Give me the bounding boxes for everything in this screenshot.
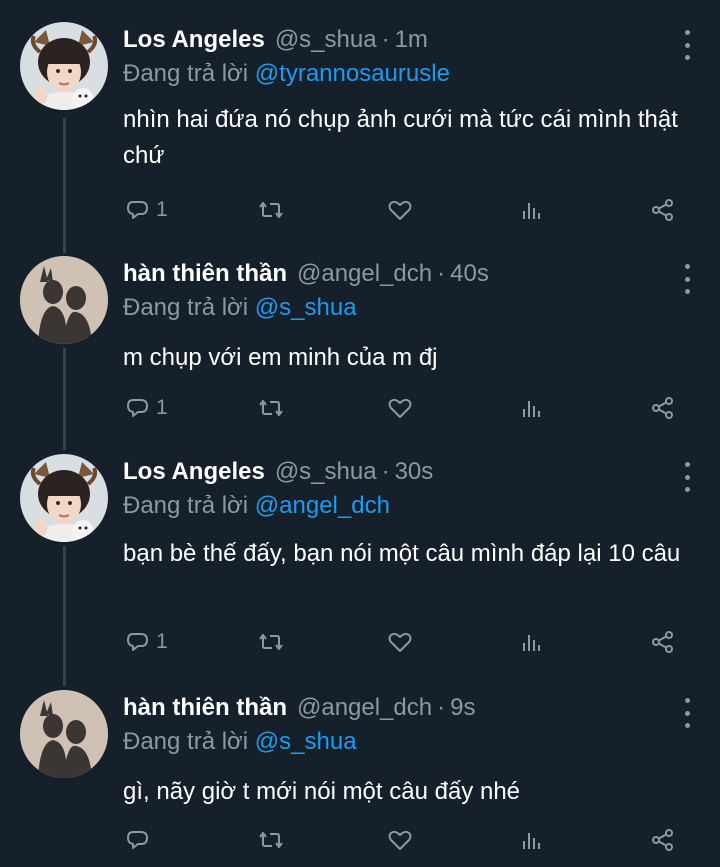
tweet-header: hàn thiên thần @angel_dch · 9s bbox=[123, 694, 476, 728]
avatar[interactable] bbox=[20, 256, 108, 344]
mention-link[interactable]: @tyrannosaurusle bbox=[255, 60, 450, 87]
share-icon bbox=[652, 829, 673, 851]
share-button[interactable] bbox=[649, 388, 677, 428]
share-button[interactable] bbox=[649, 190, 677, 230]
display-name[interactable]: hàn thiên thần bbox=[123, 694, 287, 722]
tweet-actions: 1 bbox=[0, 190, 720, 230]
more-options-icon[interactable] bbox=[682, 30, 692, 60]
mention-link[interactable]: @angel_dch bbox=[255, 492, 390, 519]
timestamp[interactable]: 30s bbox=[395, 458, 434, 486]
reply-button[interactable]: 1 bbox=[124, 622, 168, 662]
heart-icon bbox=[388, 632, 412, 652]
tweet-text: bạn bè thế đấy, bạn nói một câu mình đáp… bbox=[123, 540, 681, 567]
separator-dot: · bbox=[381, 458, 390, 485]
share-button[interactable] bbox=[649, 820, 677, 860]
user-handle[interactable]: @s_shua bbox=[275, 26, 377, 54]
replying-to-label: Đang trả lời bbox=[123, 294, 249, 321]
retweet-button[interactable] bbox=[257, 622, 285, 662]
tweet-text: gì, nãy giờ t mới nói một câu đấy nhé bbox=[123, 778, 521, 805]
reply-count: 1 bbox=[156, 396, 168, 419]
views-button[interactable] bbox=[518, 388, 546, 428]
replying-to-label: Đang trả lời bbox=[123, 728, 249, 755]
timestamp[interactable]: 1m bbox=[395, 26, 428, 54]
avatar[interactable] bbox=[20, 22, 108, 110]
like-button[interactable] bbox=[386, 190, 414, 230]
retweet-icon bbox=[259, 202, 283, 218]
views-button[interactable] bbox=[518, 820, 546, 860]
share-icon bbox=[652, 631, 673, 653]
retweet-icon bbox=[259, 832, 283, 848]
reply-count: 1 bbox=[156, 630, 168, 653]
replying-to-label: Đang trả lời bbox=[123, 492, 249, 519]
tweet-text: m chụp với em minh của m đj bbox=[123, 344, 438, 371]
analytics-icon bbox=[523, 202, 540, 220]
reply-icon bbox=[127, 633, 148, 651]
separator-dot: · bbox=[381, 26, 390, 53]
tweet-header: Los Angeles @s_shua · 30s bbox=[123, 458, 433, 492]
avatar[interactable] bbox=[20, 454, 108, 542]
separator-dot: · bbox=[437, 260, 446, 287]
more-options-icon[interactable] bbox=[682, 264, 692, 294]
retweet-button[interactable] bbox=[257, 190, 285, 230]
retweet-button[interactable] bbox=[257, 820, 285, 860]
replying-to-label: Đang trả lời bbox=[123, 60, 249, 87]
reply-icon bbox=[127, 831, 148, 849]
retweet-icon bbox=[259, 400, 283, 416]
tweet[interactable]: Los Angeles @s_shua · 30s Đang trả lời @… bbox=[0, 454, 720, 664]
like-button[interactable] bbox=[386, 622, 414, 662]
heart-icon bbox=[388, 830, 412, 850]
reply-icon bbox=[127, 399, 148, 417]
reply-icon bbox=[127, 201, 148, 219]
reply-button[interactable]: 1 bbox=[124, 190, 168, 230]
analytics-icon bbox=[523, 832, 540, 850]
timestamp[interactable]: 9s bbox=[450, 694, 475, 722]
replying-to: Đang trả lời @s_shua bbox=[123, 728, 357, 756]
user-handle[interactable]: @angel_dch bbox=[297, 260, 432, 288]
avatar[interactable] bbox=[20, 690, 108, 778]
reply-button[interactable] bbox=[124, 820, 156, 860]
display-name[interactable]: Los Angeles bbox=[123, 458, 265, 486]
like-button[interactable] bbox=[386, 820, 414, 860]
replying-to: Đang trả lời @s_shua bbox=[123, 294, 357, 322]
reply-button[interactable]: 1 bbox=[124, 388, 168, 428]
heart-icon bbox=[388, 398, 412, 418]
display-name[interactable]: hàn thiên thần bbox=[123, 260, 287, 288]
tweet-actions bbox=[0, 820, 720, 860]
more-options-icon[interactable] bbox=[682, 698, 692, 728]
retweet-button[interactable] bbox=[257, 388, 285, 428]
replying-to: Đang trả lời @tyrannosaurusle bbox=[123, 60, 450, 88]
like-button[interactable] bbox=[386, 388, 414, 428]
tweet[interactable]: hàn thiên thần @angel_dch · 9s Đang trả … bbox=[0, 690, 720, 867]
analytics-icon bbox=[523, 400, 540, 418]
tweet-text: nhìn hai đứa nó chụp ảnh cưới mà tức cái… bbox=[123, 106, 678, 169]
tweet[interactable]: Los Angeles @s_shua · 1m Đang trả lời @t… bbox=[0, 22, 720, 232]
tweet-header: hàn thiên thần @angel_dch · 40s bbox=[123, 260, 489, 294]
display-name[interactable]: Los Angeles bbox=[123, 26, 265, 54]
user-handle[interactable]: @angel_dch bbox=[297, 694, 432, 722]
more-options-icon[interactable] bbox=[682, 462, 692, 492]
reply-count: 1 bbox=[156, 198, 168, 221]
separator-dot: · bbox=[437, 694, 446, 721]
heart-icon bbox=[388, 200, 412, 220]
tweet-header: Los Angeles @s_shua · 1m bbox=[123, 26, 428, 60]
views-button[interactable] bbox=[518, 190, 546, 230]
timestamp[interactable]: 40s bbox=[450, 260, 489, 288]
share-icon bbox=[652, 199, 673, 221]
share-button[interactable] bbox=[649, 622, 677, 662]
tweet[interactable]: hàn thiên thần @angel_dch · 40s Đang trả… bbox=[0, 256, 720, 426]
mention-link[interactable]: @s_shua bbox=[255, 728, 357, 755]
analytics-icon bbox=[523, 634, 540, 652]
tweet-actions: 1 bbox=[0, 622, 720, 662]
mention-link[interactable]: @s_shua bbox=[255, 294, 357, 321]
replying-to: Đang trả lời @angel_dch bbox=[123, 492, 390, 520]
tweet-actions: 1 bbox=[0, 388, 720, 428]
user-handle[interactable]: @s_shua bbox=[275, 458, 377, 486]
views-button[interactable] bbox=[518, 622, 546, 662]
retweet-icon bbox=[259, 634, 283, 650]
share-icon bbox=[652, 397, 673, 419]
